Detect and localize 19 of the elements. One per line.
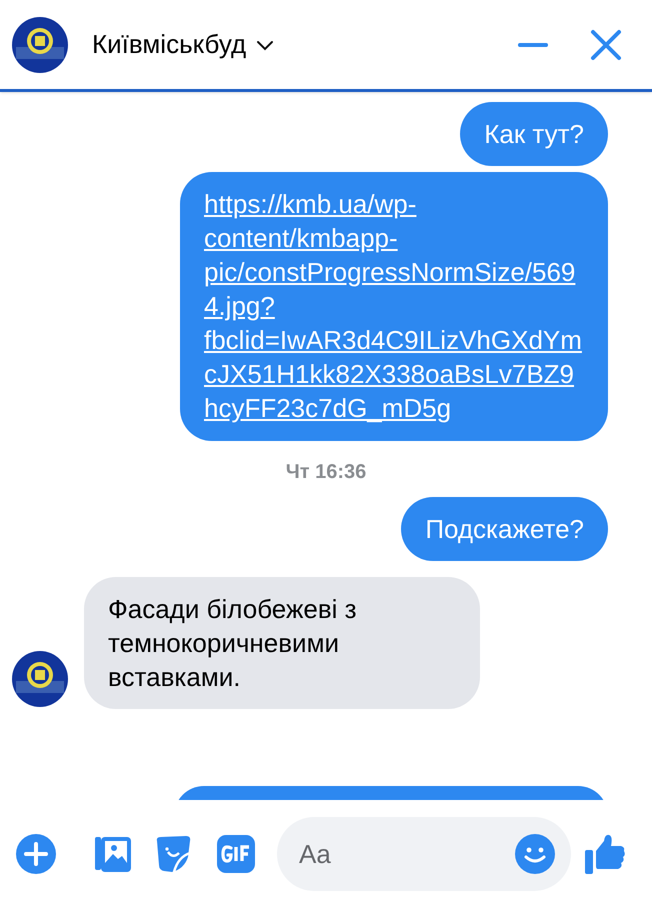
gif-icon[interactable]: [217, 835, 255, 873]
sticker-icon[interactable]: [154, 835, 192, 873]
message-input-field[interactable]: Aa: [277, 817, 571, 891]
emoji-icon[interactable]: [515, 834, 555, 874]
thumbs-up-icon[interactable]: [584, 833, 626, 875]
timestamp: Чт 16:36: [286, 460, 366, 485]
message-bubble: Как тут?: [460, 102, 608, 166]
message-bubble: Фасади білобежеві з темнокоричневими вставками.: [84, 577, 480, 709]
conversation-title[interactable]: Київміськбуд: [92, 25, 274, 64]
chevron-down-icon: [256, 38, 274, 50]
message-link[interactable]: https://kmb.ua/wp-content/kmbapp-pic/constProgressNormSize/5694.jpg?fbclid=IwAR3d4C9ILizVhGXdYmcJX51H1kk82X338oaBsLv7BZ9hcyFF23c7dG_mD5g: [204, 187, 584, 425]
plus-icon[interactable]: [16, 834, 56, 874]
message-input[interactable]: Aa: [299, 834, 515, 874]
photo-icon[interactable]: [94, 835, 132, 873]
close-icon[interactable]: [590, 28, 622, 60]
avatar-icon: [12, 16, 68, 72]
avatar-icon: [12, 651, 68, 707]
minimize-icon[interactable]: [518, 42, 548, 48]
message-bubble: Подскажете?: [401, 497, 608, 561]
